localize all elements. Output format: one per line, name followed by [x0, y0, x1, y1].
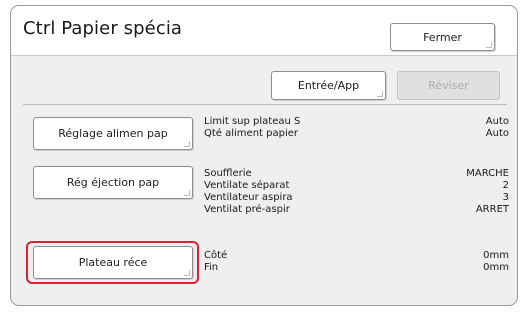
paper-ejection-settings-list: Soufflerie MARCHE Ventilate séparat 2 Ve…: [204, 168, 509, 216]
setting-value: 3: [502, 192, 509, 203]
list-item: Ventilate séparat 2: [204, 180, 509, 192]
paper-feed-settings-list: Limit sup plateau S Auto Qté aliment pap…: [204, 116, 509, 140]
setting-label: Ventilateur aspira: [204, 192, 293, 203]
setting-label: Ventilat pré-aspir: [204, 204, 290, 215]
setting-label: Soufflerie: [204, 168, 252, 179]
setting-value: MARCHE: [466, 168, 509, 179]
list-item: Fin 0mm: [204, 262, 509, 274]
setting-label: Côté: [204, 250, 228, 261]
setting-label: Limit sup plateau S: [204, 116, 301, 127]
highlight-frame: [26, 241, 199, 284]
dialog-header: Ctrl Papier spécia Fermer: [11, 6, 517, 56]
setting-label: Ventilate séparat: [204, 180, 290, 191]
setting-label: Fin: [204, 262, 219, 273]
list-item: Soufflerie MARCHE: [204, 168, 509, 180]
setting-value: Auto: [485, 116, 509, 127]
paper-feed-adjust-button[interactable]: Réglage alimen pap: [33, 117, 193, 150]
setting-value: 0mm: [483, 262, 509, 273]
list-item: Ventilat pré-aspir ARRET: [204, 204, 509, 216]
entry-register-button[interactable]: Entrée/App: [271, 71, 386, 100]
paper-ejection-adjust-button[interactable]: Rég éjection pap: [33, 166, 193, 199]
special-paper-control-dialog: Ctrl Papier spécia Fermer Entrée/App Rév…: [10, 5, 518, 306]
list-item: Côté 0mm: [204, 250, 509, 262]
setting-label: Qté aliment papier: [204, 128, 299, 139]
setting-value: 0mm: [483, 250, 509, 261]
list-item: Qté aliment papier Auto: [204, 128, 509, 140]
revise-button: Réviser: [397, 71, 500, 100]
setting-value: 2: [502, 180, 509, 191]
page-title: Ctrl Papier spécia: [23, 18, 183, 39]
list-item: Limit sup plateau S Auto: [204, 116, 509, 128]
close-button[interactable]: Fermer: [390, 23, 495, 51]
setting-value: Auto: [485, 128, 509, 139]
setting-value: ARRET: [475, 204, 509, 215]
receiving-tray-settings-list: Côté 0mm Fin 0mm: [204, 250, 509, 274]
list-item: Ventilateur aspira 3: [204, 192, 509, 204]
divider: [23, 104, 507, 105]
